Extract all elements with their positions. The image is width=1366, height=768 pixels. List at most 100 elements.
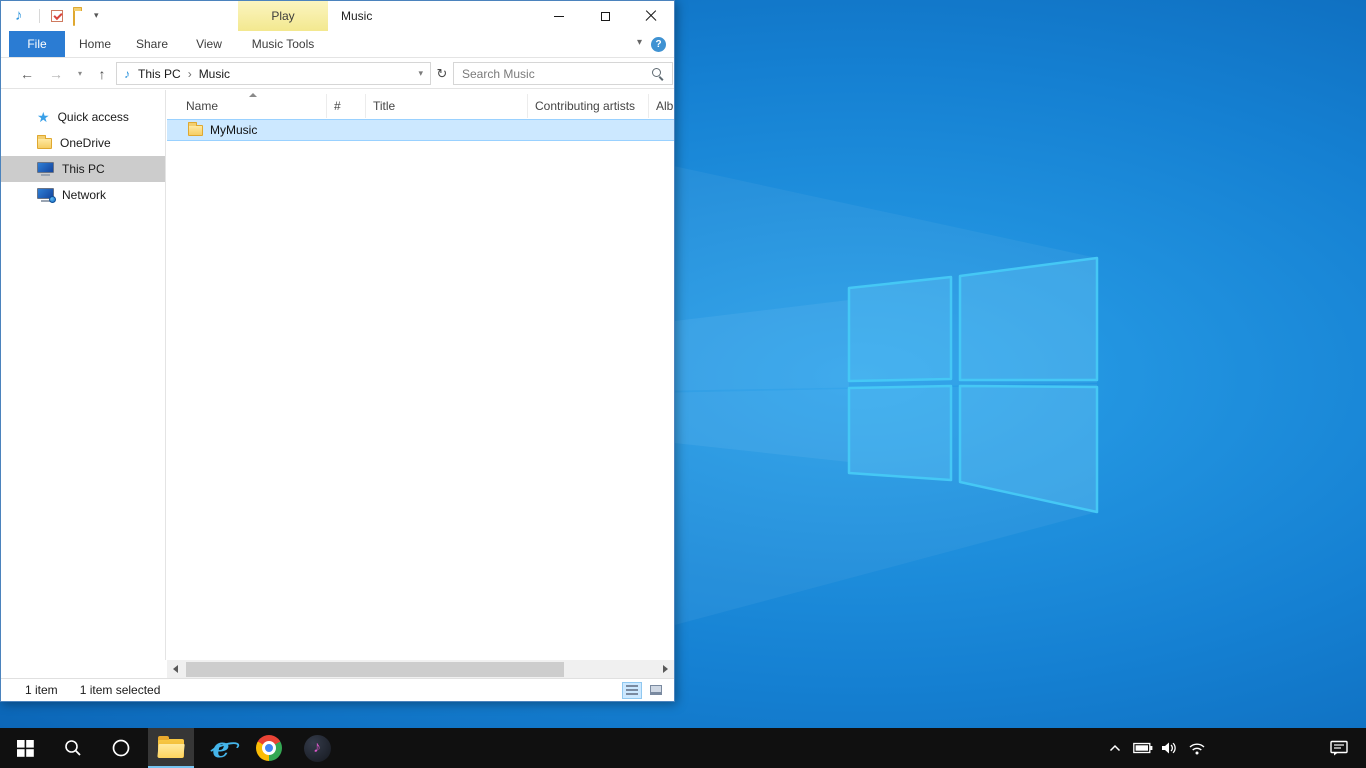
forward-button[interactable]: →: [45, 58, 67, 89]
up-button[interactable]: ↑: [91, 58, 113, 89]
tab-file[interactable]: File: [9, 31, 65, 57]
close-button[interactable]: [628, 1, 674, 31]
network-icon: [37, 188, 54, 202]
navigation-pane: ★ Quick access OneDrive This PC Network: [1, 90, 166, 660]
taskbar-chrome-button[interactable]: [246, 728, 292, 768]
app-music-icon: ♪: [15, 8, 23, 24]
address-dropdown-chevron-icon[interactable]: ▾: [418, 68, 430, 79]
windows-start-icon: [17, 740, 34, 757]
column-header-title[interactable]: Title: [366, 94, 528, 118]
file-explorer-icon: [158, 739, 184, 758]
volume-button[interactable]: [1156, 728, 1182, 768]
breadcrumb-this-pc[interactable]: This PC: [136, 67, 183, 81]
tab-view[interactable]: View: [185, 31, 233, 57]
breadcrumb-separator: ›: [183, 67, 197, 81]
minimize-icon: [554, 16, 564, 17]
taskbar-search-button[interactable]: [50, 728, 96, 768]
sidebar-item-network[interactable]: Network: [1, 182, 165, 208]
close-icon: [645, 10, 657, 22]
search-icon[interactable]: [651, 67, 664, 80]
minimize-button[interactable]: [536, 1, 582, 31]
sort-ascending-icon: [249, 93, 257, 97]
scroll-right-icon: [663, 665, 668, 673]
address-bar-row: ← → ▾ ↑ ♪ This PC › Music ▾ ↻: [1, 58, 674, 89]
column-headers: Name # Title Contributing artists Alb: [167, 90, 674, 118]
file-row-mymusic[interactable]: MyMusic: [167, 119, 674, 141]
tab-share[interactable]: Share: [127, 31, 177, 57]
scroll-right-button[interactable]: [657, 660, 674, 678]
taskbar-music-app-button[interactable]: ♪: [294, 728, 340, 768]
cortana-button[interactable]: [98, 728, 144, 768]
taskbar: e ♪: [0, 728, 1366, 768]
sidebar-item-label: Quick access: [58, 110, 129, 124]
taskbar-file-explorer-button[interactable]: [148, 728, 194, 768]
action-center-icon: [1330, 740, 1348, 756]
status-bar: 1 item 1 item selected: [1, 678, 674, 701]
internet-explorer-icon: e: [212, 735, 229, 762]
sidebar-item-label: This PC: [62, 162, 105, 176]
cortana-icon: [111, 738, 131, 758]
qat-customize-chevron-icon[interactable]: ▾: [94, 10, 99, 21]
tab-music-tools[interactable]: Music Tools: [238, 31, 328, 57]
address-music-icon: ♪: [124, 67, 130, 81]
item-count-label: 1 item: [25, 683, 58, 697]
column-header-album[interactable]: Alb: [649, 94, 674, 118]
help-button[interactable]: ?: [651, 37, 666, 52]
sidebar-item-onedrive[interactable]: OneDrive: [1, 130, 165, 156]
action-center-button[interactable]: [1326, 728, 1352, 768]
column-header-contributing-artists[interactable]: Contributing artists: [528, 94, 649, 118]
view-toggle-buttons: [622, 682, 666, 699]
sidebar-item-label: Network: [62, 188, 106, 202]
music-note-glyph: ♪: [313, 739, 321, 757]
scroll-left-button[interactable]: [167, 660, 184, 678]
recent-locations-chevron-icon[interactable]: ▾: [73, 58, 87, 89]
large-icons-view-icon: [650, 685, 662, 695]
battery-icon: [1133, 742, 1153, 754]
tab-home[interactable]: Home: [71, 31, 119, 57]
file-name-label: MyMusic: [210, 123, 257, 137]
ribbon-tab-row: File Home Share View Music Tools ▾ ?: [1, 31, 674, 58]
qat-properties-icon[interactable]: [51, 10, 63, 22]
horizontal-scrollbar[interactable]: [167, 660, 674, 678]
window-title: Music: [341, 1, 372, 31]
music-tools-play-tab[interactable]: Play: [238, 1, 328, 31]
search-box: [453, 62, 673, 85]
battery-status-button[interactable]: [1130, 728, 1156, 768]
maximize-button[interactable]: [582, 1, 628, 31]
scroll-left-icon: [173, 665, 178, 673]
qat-new-folder-button[interactable]: [73, 11, 75, 25]
sidebar-item-label: OneDrive: [60, 136, 111, 150]
file-explorer-window: ♪ ▾ Play Music File Home Share View Musi…: [0, 0, 675, 702]
refresh-button[interactable]: ↻: [433, 62, 451, 85]
music-app-icon: ♪: [304, 735, 331, 762]
chrome-icon: [256, 735, 282, 761]
hidden-icons-button[interactable]: [1102, 728, 1128, 768]
start-button[interactable]: [2, 728, 48, 768]
ribbon-expand-chevron-icon[interactable]: ▾: [637, 37, 642, 48]
details-view-button[interactable]: [622, 682, 642, 699]
large-icons-view-button[interactable]: [646, 682, 666, 699]
breadcrumb-music[interactable]: Music: [197, 67, 232, 81]
search-input[interactable]: [454, 67, 651, 81]
window-controls: [536, 1, 674, 31]
file-list-area: Name # Title Contributing artists Alb My…: [167, 90, 674, 660]
address-bar[interactable]: ♪ This PC › Music ▾: [116, 62, 431, 85]
sidebar-item-quick-access[interactable]: ★ Quick access: [1, 104, 165, 130]
network-status-button[interactable]: [1184, 728, 1210, 768]
folder-icon: [73, 10, 75, 26]
sidebar-item-this-pc[interactable]: This PC: [1, 156, 165, 182]
computer-icon: [37, 162, 54, 176]
folder-icon: [188, 125, 203, 136]
taskbar-internet-explorer-button[interactable]: e: [198, 728, 244, 768]
maximize-icon: [601, 12, 610, 21]
back-button[interactable]: ←: [15, 58, 39, 89]
windows-desktop: { "glyphs": { "music_note": "♪", "back_a…: [0, 0, 1366, 768]
column-header-name[interactable]: Name: [167, 94, 327, 118]
title-bar: ♪ ▾ Play Music: [1, 1, 674, 31]
details-view-icon: [626, 685, 638, 695]
search-icon: [64, 739, 82, 757]
column-header-number[interactable]: #: [327, 94, 366, 118]
selection-count-label: 1 item selected: [80, 683, 161, 697]
titlebar-separator: [39, 9, 40, 23]
scrollbar-thumb[interactable]: [186, 662, 564, 677]
